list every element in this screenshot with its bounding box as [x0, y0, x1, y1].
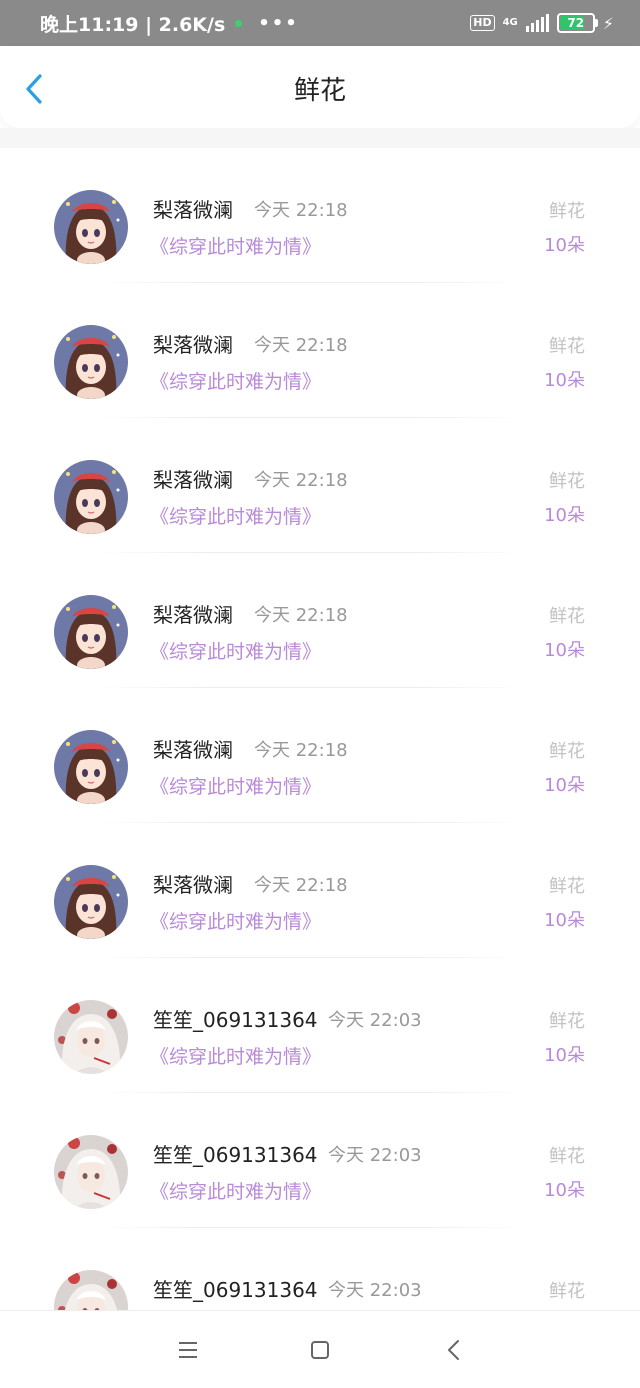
avatar[interactable] [54, 325, 128, 399]
gift-count: 10朵 [544, 370, 585, 391]
gift-record-list[interactable]: 梨落微澜 今天 22:18 《综穿此时难为情》 鲜花 10朵 梨落微澜 今天 22:18 《综… [0, 148, 640, 1310]
status-time-speed: 晚上11:19 | 2.6K/s [40, 13, 226, 36]
gift-count: 10朵 [544, 640, 585, 661]
status-left: 晚上11:19 | 2.6K/s ••• [40, 0, 299, 46]
list-item[interactable]: 笙笙_069131364 今天 22:03 《综穿此时难为情》 鲜花 10朵 [0, 958, 640, 1093]
book-title[interactable]: 《综穿此时难为情》 [150, 774, 321, 800]
sender-name[interactable]: 梨落微澜 [153, 737, 233, 763]
status-bar: 晚上11:19 | 2.6K/s ••• HD 4G 72 ⚡ [0, 0, 640, 46]
book-title[interactable]: 《综穿此时难为情》 [150, 1179, 321, 1205]
list-item[interactable]: 梨落微澜 今天 22:18 《综穿此时难为情》 鲜花 10朵 [0, 418, 640, 553]
gift-time: 今天 22:03 [328, 1010, 422, 1031]
book-title[interactable]: 《综穿此时难为情》 [150, 234, 321, 260]
gift-time: 今天 22:18 [254, 200, 348, 221]
sender-name[interactable]: 笙笙_069131364 [153, 1007, 318, 1033]
sender-name[interactable]: 梨落微澜 [153, 602, 233, 628]
gift-time: 今天 22:03 [328, 1280, 422, 1301]
avatar[interactable] [54, 190, 128, 264]
avatar[interactable] [54, 865, 128, 939]
gift-time: 今天 22:18 [254, 335, 348, 356]
header-separator [0, 128, 640, 148]
network-type: 4G [502, 17, 518, 28]
book-title[interactable]: 《综穿此时难为情》 [150, 369, 321, 395]
list-item[interactable]: 梨落微澜 今天 22:18 《综穿此时难为情》 鲜花 10朵 [0, 688, 640, 823]
menu-icon [179, 1342, 197, 1358]
menu-button[interactable] [171, 1333, 205, 1367]
avatar[interactable] [54, 1270, 128, 1310]
battery-icon: 72 [556, 13, 598, 33]
signal-icon [525, 14, 549, 32]
list-item[interactable]: 梨落微澜 今天 22:18 《综穿此时难为情》 鲜花 10朵 [0, 148, 640, 283]
page-title: 鲜花 [293, 76, 346, 106]
sender-name[interactable]: 梨落微澜 [153, 467, 233, 493]
system-back-button[interactable] [437, 1333, 471, 1367]
avatar[interactable] [54, 730, 128, 804]
gift-type: 鲜花 [549, 1146, 585, 1167]
gift-type: 鲜花 [549, 1011, 585, 1032]
sender-name[interactable]: 梨落微澜 [153, 332, 233, 358]
battery-level: 72 [567, 16, 585, 30]
status-right: HD 4G 72 ⚡ [470, 0, 614, 46]
list-item[interactable]: 笙笙_069131364 今天 22:03 鲜花 [0, 1228, 640, 1310]
gift-type: 鲜花 [549, 336, 585, 357]
triangle-back-icon [448, 1340, 459, 1360]
gift-type: 鲜花 [549, 1281, 585, 1302]
list-item[interactable]: 笙笙_069131364 今天 22:03 《综穿此时难为情》 鲜花 10朵 [0, 1093, 640, 1228]
avatar[interactable] [54, 1000, 128, 1074]
list-item[interactable]: 梨落微澜 今天 22:18 《综穿此时难为情》 鲜花 10朵 [0, 823, 640, 958]
gift-type: 鲜花 [549, 876, 585, 897]
gift-time: 今天 22:18 [254, 875, 348, 896]
avatar[interactable] [54, 460, 128, 534]
status-more-icon: ••• [258, 12, 299, 34]
gift-type: 鲜花 [549, 741, 585, 762]
gift-type: 鲜花 [549, 201, 585, 222]
book-title[interactable]: 《综穿此时难为情》 [150, 1044, 321, 1070]
gift-count: 10朵 [544, 1045, 585, 1066]
list-item[interactable]: 梨落微澜 今天 22:18 《综穿此时难为情》 鲜花 10朵 [0, 283, 640, 418]
gift-time: 今天 22:18 [254, 470, 348, 491]
gift-count: 10朵 [544, 1180, 585, 1201]
gift-time: 今天 22:03 [328, 1145, 422, 1166]
book-title[interactable]: 《综穿此时难为情》 [150, 909, 321, 935]
notification-dot-icon [235, 19, 243, 27]
gift-time: 今天 22:18 [254, 740, 348, 761]
charging-icon: ⚡ [602, 13, 614, 33]
gift-count: 10朵 [544, 505, 585, 526]
system-nav-bar [0, 1310, 640, 1388]
gift-count: 10朵 [544, 910, 585, 931]
gift-count: 10朵 [544, 235, 585, 256]
avatar[interactable] [54, 595, 128, 669]
gift-type: 鲜花 [549, 606, 585, 627]
sender-name[interactable]: 梨落微澜 [153, 197, 233, 223]
book-title[interactable]: 《综穿此时难为情》 [150, 639, 321, 665]
gift-type: 鲜花 [549, 471, 585, 492]
sender-name[interactable]: 笙笙_069131364 [153, 1277, 318, 1303]
book-title[interactable]: 《综穿此时难为情》 [150, 504, 321, 530]
page-header: 鲜花 [0, 46, 640, 128]
home-square-icon [311, 1341, 329, 1359]
avatar[interactable] [54, 1135, 128, 1209]
home-button[interactable] [303, 1333, 337, 1367]
gift-time: 今天 22:18 [254, 605, 348, 626]
list-item[interactable]: 梨落微澜 今天 22:18 《综穿此时难为情》 鲜花 10朵 [0, 553, 640, 688]
sender-name[interactable]: 梨落微澜 [153, 872, 233, 898]
hd-icon: HD [470, 15, 495, 31]
gift-count: 10朵 [544, 775, 585, 796]
sender-name[interactable]: 笙笙_069131364 [153, 1142, 318, 1168]
